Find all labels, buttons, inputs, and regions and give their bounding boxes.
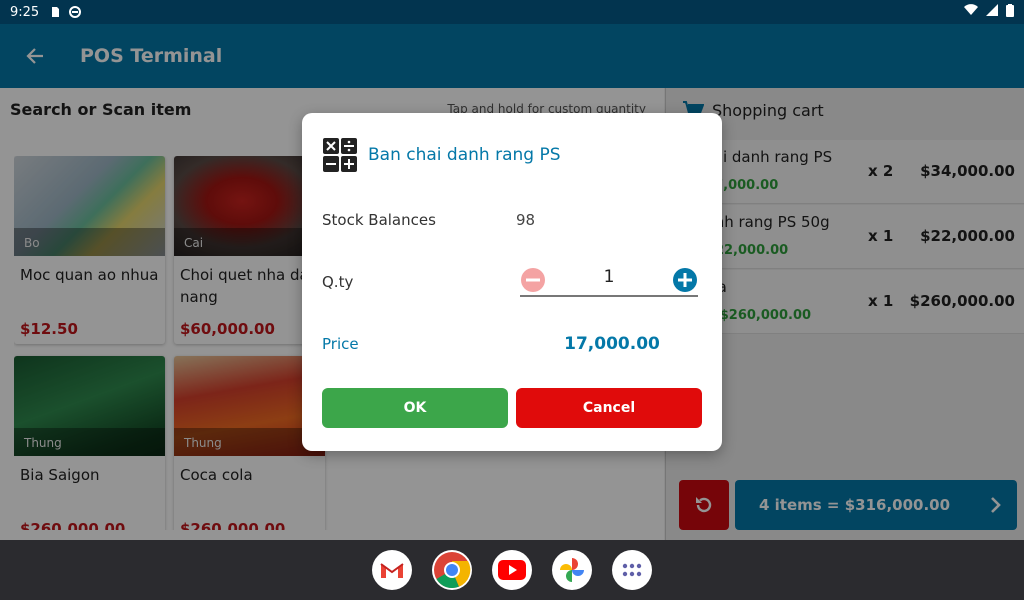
cancel-button[interactable]: Cancel — [516, 388, 702, 428]
status-bar: 9:25 — [0, 0, 1024, 24]
status-time: 9:25 — [10, 4, 40, 20]
minus-circle-icon — [521, 268, 545, 292]
quantity-input[interactable]: 1 — [580, 267, 638, 287]
quantity-dialog: Ban chai danh rang PS Stock Balances 98 … — [302, 113, 722, 451]
app-drawer-icon[interactable] — [612, 550, 652, 590]
stock-value: 98 — [516, 211, 536, 229]
decrement-button[interactable] — [520, 267, 546, 297]
price-value[interactable]: 17,000.00 — [542, 334, 682, 354]
sd-card-icon — [49, 6, 61, 18]
ok-button[interactable]: OK — [322, 388, 508, 428]
dialog-title: Ban chai danh rang PS — [368, 145, 561, 165]
quantity-stepper: 1 — [520, 263, 698, 297]
chrome-icon[interactable] — [432, 550, 472, 590]
calculator-icon — [323, 138, 357, 172]
battery-icon — [1006, 3, 1014, 21]
qty-label: Q.ty — [322, 273, 354, 291]
signal-icon — [986, 4, 998, 20]
taskbar — [0, 540, 1024, 600]
gmail-icon[interactable] — [372, 550, 412, 590]
vpn-icon — [69, 6, 82, 18]
stock-label: Stock Balances — [322, 211, 436, 229]
wifi-icon — [964, 4, 978, 20]
photos-icon[interactable] — [552, 550, 592, 590]
youtube-icon[interactable] — [492, 550, 532, 590]
dialog-header: Ban chai danh rang PS — [322, 137, 561, 173]
price-label: Price — [322, 335, 359, 353]
plus-circle-icon — [673, 268, 697, 292]
increment-button[interactable] — [672, 267, 698, 297]
